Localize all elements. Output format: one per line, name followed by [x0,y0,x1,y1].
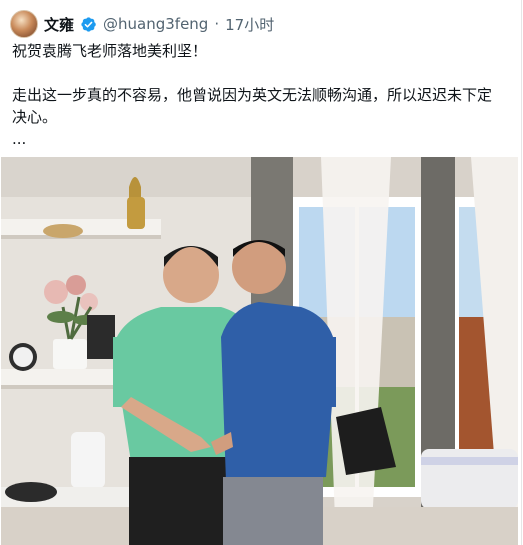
tweet-line: 决心。 [12,108,58,126]
author-avatar[interactable] [10,10,38,38]
tweet-text: 祝贺袁腾飞老师落地美利坚！ 走出这一步真的不容易，他曾说因为英文无法顺畅沟通，所… [12,40,512,150]
author-name[interactable]: 文雍 [44,14,74,35]
tweet-header: 文雍 @huang3feng · 17小时 [10,10,274,38]
tweet-photo[interactable] [1,157,518,545]
show-more-ellipsis[interactable]: ... [12,128,512,150]
tweet-card[interactable]: 文雍 @huang3feng · 17小时 祝贺袁腾飞老师落地美利坚！ 走出这一… [0,0,522,545]
separator-dot: · [214,15,220,33]
author-handle[interactable]: @huang3feng [103,15,208,33]
photo-two-men-handshake-icon [1,157,518,545]
tweet-timestamp[interactable]: 17小时 [225,14,274,35]
tweet-line: 祝贺袁腾飞老师落地美利坚！ [12,42,208,60]
tweet-line: 走出这一步真的不容易，他曾说因为英文无法顺畅沟通，所以迟迟未下定 [12,86,493,104]
verified-badge-icon [81,16,96,32]
